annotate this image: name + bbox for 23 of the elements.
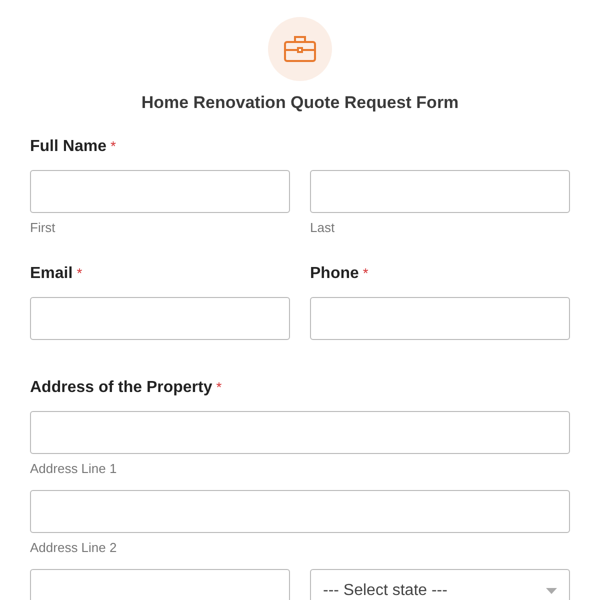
field-sublabel: Address Line 1	[30, 461, 118, 476]
required-mark: *	[76, 265, 82, 281]
field-sublabel: First	[30, 220, 56, 235]
input-field[interactable]	[310, 297, 570, 340]
briefcase-icon	[284, 35, 316, 63]
field-label: Phone	[310, 265, 359, 283]
input-field[interactable]	[30, 490, 570, 533]
input-field[interactable]	[30, 297, 290, 340]
field-sublabel: Address Line 2	[30, 540, 118, 555]
input-field[interactable]	[310, 170, 570, 213]
input-field[interactable]	[30, 170, 290, 213]
required-mark: *	[362, 265, 368, 281]
input-field[interactable]	[30, 569, 290, 600]
input-field[interactable]	[30, 411, 570, 454]
field-label: Address of the Property	[30, 379, 212, 397]
state-dropdown[interactable]: --- Select state ---	[310, 569, 570, 600]
field-sublabel: Last	[310, 220, 336, 235]
required-mark: *	[110, 138, 116, 154]
field-label: Full Name	[30, 138, 106, 156]
form-title: Home Renovation Quote Request Form	[141, 93, 459, 113]
required-mark: *	[216, 379, 222, 395]
field-label: Email	[30, 265, 73, 283]
caret-icon	[546, 588, 557, 594]
